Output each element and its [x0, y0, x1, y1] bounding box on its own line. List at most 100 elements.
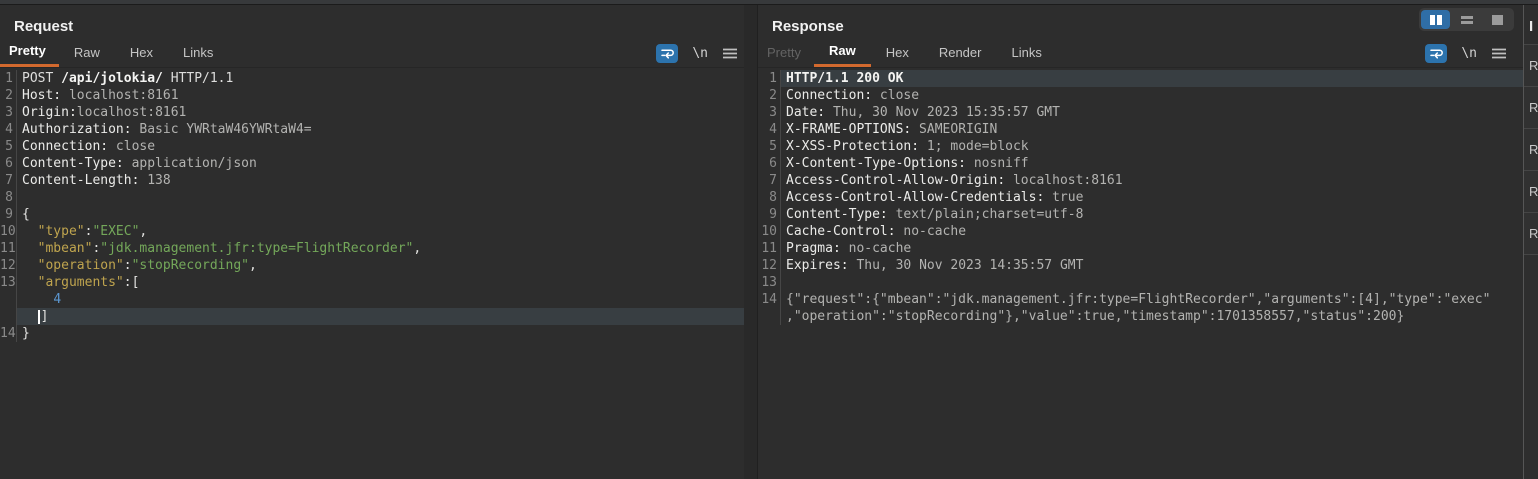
code-line: 12Expires: Thu, 30 Nov 2023 14:35:57 GMT — [758, 257, 1523, 274]
split-rows-layout-button[interactable] — [1452, 10, 1481, 29]
line-text: Cache-Control: no-cache — [780, 223, 1523, 240]
inspector-section[interactable]: R — [1524, 128, 1538, 170]
newline-chars-icon[interactable]: \n — [1461, 46, 1477, 61]
code-line: 3Origin:localhost:8161 — [0, 104, 744, 121]
code-segment: Connection: — [786, 88, 872, 103]
code-segment: Pragma: — [786, 241, 841, 256]
code-segment: "mbean" — [38, 241, 93, 256]
code-segment: localhost:8161 — [77, 105, 187, 120]
code-line: 9Content-Type: text/plain;charset=utf-8 — [758, 206, 1523, 223]
panels-container: Request Pretty Raw Hex Links \n — [0, 5, 1538, 479]
code-line: 13 "arguments":[ — [0, 274, 744, 291]
code-line: ] — [0, 308, 744, 325]
code-segment: : — [124, 258, 132, 273]
line-number: 10 — [0, 223, 16, 240]
code-segment — [22, 258, 38, 273]
line-text: "operation":"stopRecording", — [16, 257, 744, 274]
code-line: 4X-FRAME-OPTIONS: SAMEORIGIN — [758, 121, 1523, 138]
code-segment: Basic YWRtaW46YWRtaW4= — [132, 122, 312, 137]
newline-chars-icon[interactable]: \n — [692, 46, 708, 61]
line-number: 10 — [758, 223, 780, 240]
code-segment: HTTP/1.1 — [163, 71, 233, 86]
code-segment: , — [139, 224, 147, 239]
request-tab-pretty[interactable]: Pretty — [0, 40, 59, 67]
layout-toggle-group — [1419, 8, 1514, 31]
word-wrap-icon[interactable] — [1425, 44, 1447, 63]
hamburger-menu-icon[interactable] — [722, 47, 738, 61]
line-number: 9 — [0, 206, 16, 223]
code-segment: close — [872, 88, 919, 103]
response-editor[interactable]: 1HTTP/1.1 200 OK2Connection: close3Date:… — [758, 68, 1523, 479]
code-line: 5X-XSS-Protection: 1; mode=block — [758, 138, 1523, 155]
response-tab-render[interactable]: Render — [924, 40, 997, 67]
code-segment — [22, 275, 38, 290]
code-segment: {"request":{"mbean":"jdk.management.jfr:… — [786, 292, 1490, 307]
request-tab-links[interactable]: Links — [168, 40, 228, 67]
response-tab-pretty[interactable]: Pretty — [758, 40, 814, 67]
code-segment: 1; mode=block — [919, 139, 1029, 154]
code-segment: 138 — [139, 173, 170, 188]
request-tab-raw[interactable]: Raw — [59, 40, 115, 67]
hamburger-menu-icon[interactable] — [1491, 47, 1507, 61]
response-tab-links[interactable]: Links — [996, 40, 1056, 67]
line-text: { — [16, 206, 744, 223]
line-text: } — [16, 325, 744, 342]
split-columns-layout-button[interactable] — [1421, 10, 1450, 29]
line-text: Date: Thu, 30 Nov 2023 15:35:57 GMT — [780, 104, 1523, 121]
inspector-section[interactable]: R — [1524, 86, 1538, 128]
code-line: 5Connection: close — [0, 138, 744, 155]
code-segment: ,"operation":"stopRecording"},"value":tr… — [786, 309, 1404, 324]
line-number: 7 — [758, 172, 780, 189]
code-segment — [22, 309, 38, 324]
code-line: 14} — [0, 325, 744, 342]
line-number: 2 — [758, 87, 780, 104]
line-text: Access-Control-Allow-Credentials: true — [780, 189, 1523, 206]
code-segment: X-XSS-Protection: — [786, 139, 919, 154]
inspector-strip: I R R R R R — [1523, 5, 1538, 479]
code-segment: no-cache — [896, 224, 966, 239]
panel-splitter[interactable] — [744, 5, 758, 479]
response-tab-hex[interactable]: Hex — [871, 40, 924, 67]
code-line: 1POST /api/jolokia/ HTTP/1.1 — [0, 70, 744, 87]
line-text: POST /api/jolokia/ HTTP/1.1 — [16, 70, 744, 87]
line-text: Origin:localhost:8161 — [16, 104, 744, 121]
line-number: 1 — [758, 70, 780, 87]
line-text: "type":"EXEC", — [16, 223, 744, 240]
line-text: "arguments":[ — [16, 274, 744, 291]
code-segment: [ — [132, 275, 140, 290]
line-text: "mbean":"jdk.management.jfr:type=FlightR… — [16, 240, 744, 257]
line-text: 4 — [16, 291, 744, 308]
code-segment: "jdk.management.jfr:type=FlightRecorder" — [100, 241, 413, 256]
inspector-header: I — [1524, 5, 1538, 44]
code-line: 10Cache-Control: no-cache — [758, 223, 1523, 240]
code-segment: : — [124, 275, 132, 290]
text-cursor — [38, 310, 40, 324]
request-panel-title: Request — [0, 5, 744, 40]
code-line: 9{ — [0, 206, 744, 223]
inspector-section[interactable]: R — [1524, 44, 1538, 86]
line-number: 11 — [0, 240, 16, 257]
code-segment: } — [22, 326, 30, 341]
code-segment: 4 — [53, 292, 61, 307]
inspector-section[interactable]: R — [1524, 212, 1538, 255]
request-editor-controls: \n — [656, 40, 744, 67]
code-segment: "arguments" — [38, 275, 124, 290]
line-text: X-Content-Type-Options: nosniff — [780, 155, 1523, 172]
request-editor[interactable]: 1POST /api/jolokia/ HTTP/1.12Host: local… — [0, 68, 744, 479]
code-segment: "operation" — [38, 258, 124, 273]
request-tab-hex[interactable]: Hex — [115, 40, 168, 67]
line-text — [780, 274, 1523, 291]
line-number: 12 — [0, 257, 16, 274]
code-segment: "stopRecording" — [132, 258, 249, 273]
line-number: 14 — [0, 325, 16, 342]
line-text: Content-Length: 138 — [16, 172, 744, 189]
inspector-section[interactable]: R — [1524, 170, 1538, 212]
line-text: X-XSS-Protection: 1; mode=block — [780, 138, 1523, 155]
code-segment: , — [413, 241, 421, 256]
code-segment: Access-Control-Allow-Origin: — [786, 173, 1005, 188]
word-wrap-icon[interactable] — [656, 44, 678, 63]
single-pane-layout-button[interactable] — [1483, 10, 1512, 29]
response-tab-raw[interactable]: Raw — [814, 40, 871, 67]
code-line: 4 — [0, 291, 744, 308]
code-line: ,"operation":"stopRecording"},"value":tr… — [758, 308, 1523, 325]
